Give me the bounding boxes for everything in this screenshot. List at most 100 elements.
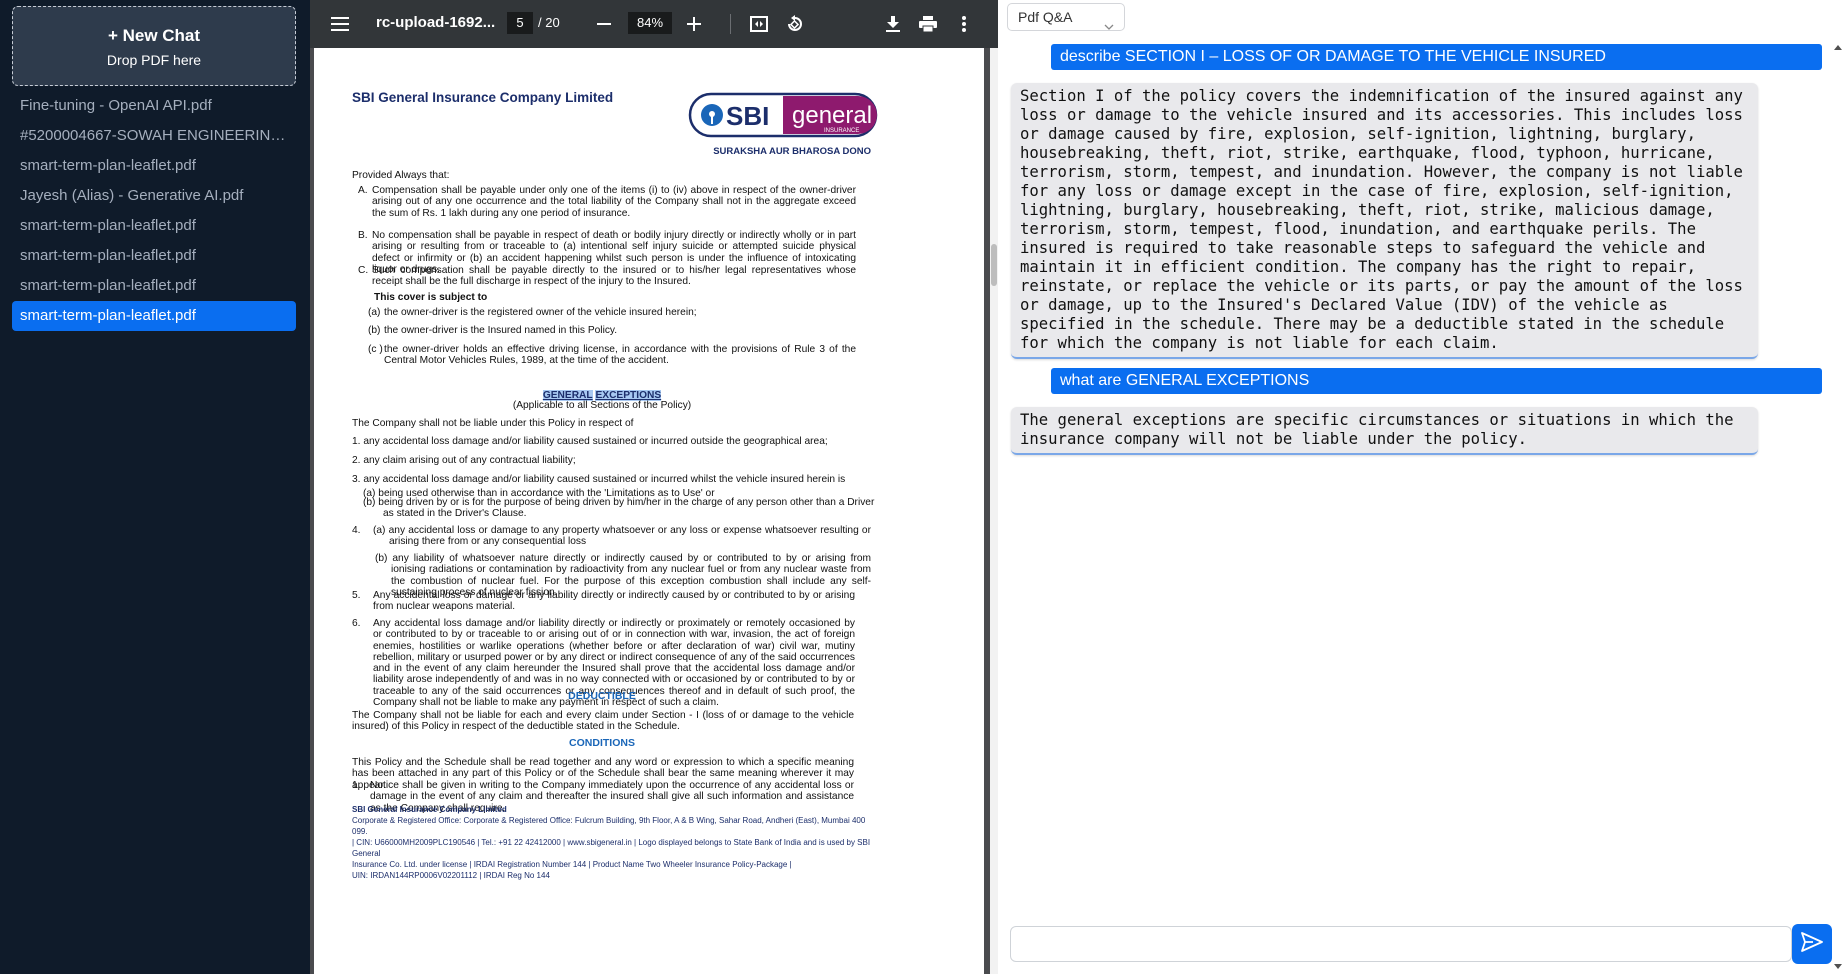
- message-line: specified in the schedule. There may be …: [1020, 315, 1725, 333]
- page-number-input[interactable]: [507, 12, 533, 34]
- message-line: loss or damage to the vehicle insured an…: [1020, 106, 1743, 124]
- cover-item-c: (c ) the owner-driver holds an effective…: [368, 344, 856, 367]
- scrollbar-thumb[interactable]: [991, 244, 997, 286]
- message-line: or damage, up to the Insured's Declared …: [1020, 296, 1668, 314]
- file-item[interactable]: Fine-tuning - OpenAI API.pdf: [12, 91, 296, 121]
- zoom-in-icon[interactable]: [680, 0, 708, 48]
- message-line: maintain it in efficient condition. The …: [1020, 258, 1696, 276]
- zoom-level[interactable]: 84%: [628, 12, 672, 34]
- footer-line: Insurance Co. Ltd. under license | IRDAI…: [352, 860, 792, 869]
- sbi-general-logo: SBI general INSURANCE SURAKSHA AUR BHARO…: [688, 92, 878, 182]
- pdf-page: SBI General Insurance Company Limited SB…: [314, 48, 984, 974]
- general-exceptions-subtitle: (Applicable to all Sections of the Polic…: [512, 400, 692, 411]
- message-line: for which the company is not liable for …: [1020, 334, 1499, 352]
- pdf-file-list: Fine-tuning - OpenAI API.pdf #5200004667…: [12, 91, 296, 331]
- chat-input[interactable]: [1010, 926, 1792, 962]
- company-name: SBI General Insurance Company Limited: [352, 90, 614, 105]
- message-line: or damage caused by fire, explosion, sel…: [1020, 125, 1696, 143]
- message-line: insured is required to take reasonable s…: [1020, 239, 1706, 257]
- deductible-heading: DEDUCTIBLE: [568, 690, 636, 702]
- toolbar-divider: [730, 14, 731, 34]
- message-line: terrorism, storm, tempest, flood, inunda…: [1020, 220, 1696, 238]
- chevron-down-icon: [1104, 12, 1114, 38]
- file-item[interactable]: smart-term-plan-leaflet.pdf: [12, 211, 296, 241]
- message-line: terrorism, storm, tempest, and inundatio…: [1020, 163, 1743, 181]
- send-button[interactable]: [1792, 924, 1832, 964]
- proviso-a: A. Compensation shall be payable under o…: [358, 185, 856, 219]
- scrollbar-arrows: [1834, 45, 1842, 969]
- pdf-toolbar: rc-upload-1692... / 20 84%: [310, 0, 998, 48]
- message-line: The general exceptions are specific circ…: [1020, 411, 1734, 429]
- user-message: what are GENERAL EXCEPTIONS: [1051, 368, 1822, 394]
- zoom-out-icon[interactable]: [590, 0, 618, 48]
- file-item[interactable]: smart-term-plan-leaflet.pdf: [12, 151, 296, 181]
- condition-1-label: 1.: [352, 780, 361, 791]
- chat-scrollbar[interactable]: [1830, 40, 1846, 974]
- cover-text: the owner-driver is the registered owner…: [384, 307, 697, 318]
- cover-label: (a): [368, 307, 381, 318]
- pdf-title: rc-upload-1692...: [376, 14, 496, 31]
- proviso-text: Compensation shall be payable under only…: [372, 185, 856, 219]
- exception-6-label: 6.: [352, 618, 361, 629]
- file-item-active[interactable]: smart-term-plan-leaflet.pdf: [12, 301, 296, 331]
- page-total: / 20: [538, 15, 560, 30]
- deductible-text: The Company shall not be liable for each…: [352, 710, 854, 733]
- message-line: insurance company will not be liable und…: [1020, 430, 1527, 448]
- exception-1: 1. any accidental loss damage and/or lia…: [352, 436, 828, 447]
- logo-tagline: SURAKSHA AUR BHAROSA DONO: [713, 146, 871, 157]
- proviso-label: C.: [358, 265, 369, 276]
- exception-3: 3. any accidental loss damage and/or lia…: [352, 474, 846, 485]
- exception-5-label: 5.: [352, 590, 361, 601]
- logo-sbi-text: SBI: [726, 101, 769, 131]
- chat-panel: Pdf Q&A describe SECTION I – LOSS OF OR …: [998, 0, 1848, 974]
- logo-general-text: general: [792, 102, 872, 129]
- file-item[interactable]: Jayesh (Alias) - Generative AI.pdf: [12, 181, 296, 211]
- mode-select[interactable]: Pdf Q&A: [1007, 3, 1125, 31]
- message-line: Section I of the policy covers the indem…: [1020, 87, 1743, 105]
- mode-select-value: Pdf Q&A: [1018, 9, 1073, 25]
- logo-insurance-text: INSURANCE: [824, 128, 859, 134]
- exceptions-intro: The Company shall not be liable under th…: [352, 418, 634, 429]
- message-line: reinstate, or replace the vehicle or its…: [1020, 277, 1743, 295]
- message-line: lightning, burglary, housebreaking, thef…: [1020, 201, 1715, 219]
- user-message: describe SECTION I – LOSS OF OR DAMAGE T…: [1051, 44, 1822, 70]
- assistant-message: The general exceptions are specific circ…: [1011, 407, 1758, 455]
- cover-label: (c ): [368, 344, 383, 355]
- drop-pdf-hint: Drop PDF here: [106, 52, 202, 68]
- sidebar: + New Chat Drop PDF here Fine-tuning - O…: [0, 0, 310, 974]
- proviso-c: C. Such compensation shall be payable di…: [358, 265, 856, 288]
- menu-icon[interactable]: [324, 0, 356, 48]
- cover-text: the owner-driver is the Insured named in…: [384, 325, 618, 336]
- exception-2: 2. any claim arising out of any contract…: [352, 455, 576, 466]
- pdf-scrollbar[interactable]: [990, 48, 998, 974]
- new-chat-label: + New Chat: [107, 26, 201, 45]
- cover-item-a: (a) the owner-driver is the registered o…: [368, 307, 856, 318]
- cover-text: the owner-driver holds an effective driv…: [384, 344, 856, 367]
- more-vert-icon[interactable]: [950, 0, 978, 48]
- exception-5: Any accidental loss or damage or any lia…: [373, 590, 855, 613]
- file-item[interactable]: #5200004667-SOWAH ENGINEERING.pdf: [12, 121, 296, 151]
- provided-text: Provided Always that:: [352, 170, 450, 181]
- message-line: housebreaking, theft, riot, strike, eart…: [1020, 144, 1715, 162]
- cover-label: (b): [368, 325, 381, 336]
- proviso-label: A.: [358, 185, 368, 196]
- assistant-message: Section I of the policy covers the indem…: [1011, 83, 1758, 359]
- footer-line: UIN: IRDAN144RP0006V02201112 | IRDAI Reg…: [352, 871, 550, 880]
- file-item[interactable]: smart-term-plan-leaflet.pdf: [12, 241, 296, 271]
- page-footer: SBI General Insurance Company Limited Co…: [352, 804, 872, 881]
- print-icon[interactable]: [912, 0, 944, 48]
- footer-line: | CIN: U66000MH2009PLC190546 | Tel.: +91…: [352, 838, 871, 858]
- proviso-text: Such compensation shall be payable direc…: [372, 265, 856, 288]
- exception-3b: (b) being driven by or is for the purpos…: [363, 497, 875, 520]
- rotate-icon[interactable]: [780, 0, 810, 48]
- exception-4-label: 4.: [352, 525, 361, 536]
- new-chat-dropzone[interactable]: + New Chat Drop PDF here: [12, 6, 296, 86]
- pdf-viewer: rc-upload-1692... / 20 84% SBI General I…: [310, 0, 998, 974]
- file-item[interactable]: smart-term-plan-leaflet.pdf: [12, 271, 296, 301]
- download-icon[interactable]: [878, 0, 908, 48]
- exception-4a: (a) any accidental loss or damage to any…: [373, 525, 871, 548]
- fit-page-icon[interactable]: [744, 0, 774, 48]
- cover-item-b: (b) the owner-driver is the Insured name…: [368, 325, 856, 336]
- proviso-label: B.: [358, 230, 368, 241]
- cover-heading: This cover is subject to: [374, 292, 488, 303]
